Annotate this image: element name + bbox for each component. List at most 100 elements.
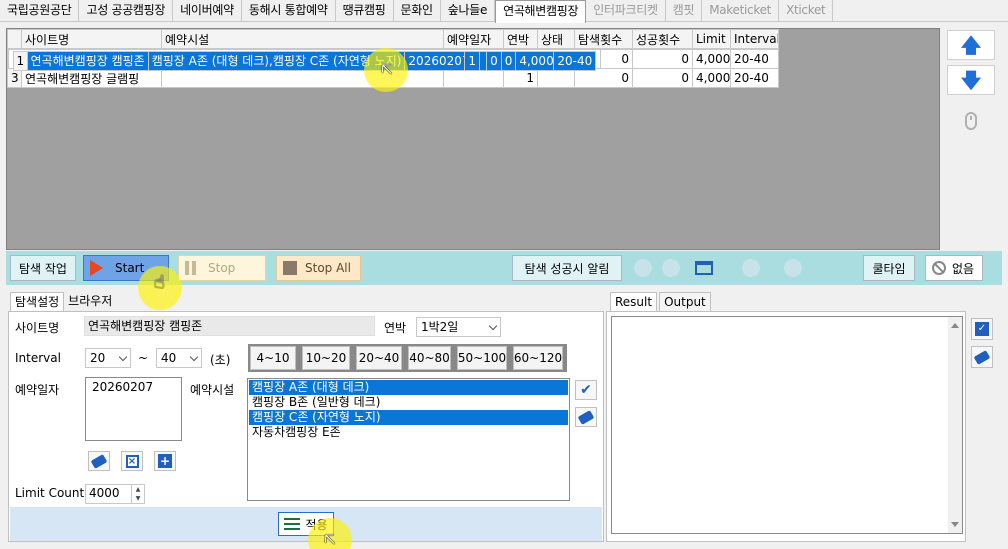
result-scrollbar[interactable] [948,317,962,533]
chevron-down-icon [488,321,498,331]
column-header[interactable]: 예약시설 [161,29,444,49]
clear-facilities-button[interactable] [575,407,597,427]
block-icon[interactable] [742,259,760,277]
add-date-button[interactable]: + [154,451,176,471]
interval-tilde: ~ [138,351,149,365]
column-header[interactable]: 상태 [537,29,575,49]
column-header[interactable] [7,29,22,49]
interval-from-select[interactable]: 20 [85,348,131,368]
hand-cursor-icon: ☝ [154,272,165,293]
move-down-button[interactable]: 🡇 [947,65,995,95]
cooltime-none-button[interactable]: 없음 [925,255,983,281]
result-tabs: Result Output [610,292,713,312]
gear-icon[interactable] [634,259,652,277]
column-header[interactable]: 성공횟수 [632,29,693,49]
eraser-icon [577,409,595,425]
nights-select[interactable]: 1박2일 [416,317,501,337]
select-all-facilities-button[interactable]: ✔ [575,380,597,400]
eraser-icon [90,453,108,469]
tab-result[interactable]: Result [610,292,658,312]
checkbox-icon: ✓ [975,322,989,336]
facility-list[interactable]: 캠핑장 A존 (대형 데크) 캠핑장 B존 (일반형 데크) 캠핑장 C존 (자연형… [247,378,570,501]
interval-preset-button[interactable]: 60~120 [513,346,563,370]
nights-value: 1박2일 [421,320,459,334]
result-panel [606,311,966,542]
result-textarea[interactable] [611,316,963,534]
tab-site-4[interactable]: 땡큐캠핑 [336,0,394,22]
interval-to-value: 40 [161,351,177,365]
stop-label: Stop [208,261,236,275]
site-name-field: 연곡해변캠핑장 캠핑존 [84,316,375,336]
tab-site-1[interactable]: 고성 공공캠핑장 [79,0,174,22]
clear-dates-button[interactable] [88,451,110,471]
tab-browser[interactable]: 브라우저 [64,292,116,312]
table-cell: 20-40 [553,51,597,71]
add-box-icon: + [158,454,172,468]
stop-button[interactable]: Stop [178,255,266,281]
scroll-up-icon[interactable] [951,323,959,328]
table-row[interactable]: 1 연곡해변캠핑장 캠핑존 캠핑장 A존 (대형 데크),캠핑장 C존 (자연형 노… [7,49,602,71]
start-label: Start [115,261,145,275]
tab-site-2[interactable]: 네이버예약 [173,0,242,22]
scroll-down-icon[interactable] [951,522,959,527]
tab-site-8[interactable]: 인터파크티켓 [586,0,666,22]
tab-site-9[interactable]: 캠핏 [666,0,703,22]
window-button[interactable] [689,255,719,281]
result-select-all-button[interactable]: ✓ [971,318,993,340]
interval-to-select[interactable]: 40 [156,348,202,368]
column-header[interactable]: Interval [730,29,779,49]
tab-site-7[interactable]: 연곡해변캠핑장 [495,0,587,23]
table-cell: 0 [632,49,693,69]
interval-unit: (초) [210,353,231,367]
table-cell [537,68,575,88]
stop-all-button[interactable]: Stop All [276,255,361,281]
column-header[interactable]: 사이트명 [21,29,162,49]
settings-tabs: 탐색설정 브라우저 [10,292,116,312]
mouse-cursor-icon: 🡤 [324,529,336,549]
tab-site-3[interactable]: 동해시 통합예약 [242,0,336,22]
checklist-icon [284,518,301,530]
site-tab-strip: 국립공원공단 고성 공공캠핑장 네이버예약 동해시 통합예약 땡큐캠핑 문화인 숲나들e 연곡… [0,0,1008,23]
tab-search-settings[interactable]: 탐색설정 [10,292,65,312]
tab-output[interactable]: Output [659,292,711,312]
table-cell: 1 [464,51,481,71]
tab-site-5[interactable]: 문화인 [394,0,441,22]
interval-preset-button[interactable]: 40~80 [408,346,451,370]
list-item[interactable]: 캠핑장 A존 (대형 데크) [249,380,568,395]
interval-label: Interval [15,351,61,365]
tab-site-0[interactable]: 국립공원공단 [0,0,80,22]
list-item[interactable]: 20260207 [89,380,178,395]
speaker-icon[interactable] [784,259,802,277]
column-header[interactable]: Limit [692,29,731,49]
interval-preset-button[interactable]: 50~100 [457,346,507,370]
list-item[interactable]: 캠핑장 B존 (일반형 데크) [249,395,568,410]
crosshair-icon[interactable] [662,259,680,277]
tab-site-6[interactable]: 숲나들e [441,0,496,22]
task-grid-area: 사이트명 예약시설 예약일자 연박 상태 탐색횟수 성공횟수 Limit Interval 1연… [6,28,940,250]
move-up-button[interactable]: 🡅 [947,30,995,60]
list-item[interactable]: 캠핑장 C존 (자연형 노지) [249,410,568,425]
tab-site-10[interactable]: Maketicket [702,0,780,22]
table-cell: 연곡해변캠핑장 글램핑 [21,68,162,88]
interval-preset-button[interactable]: 10~20 [302,346,350,370]
eraser-icon [973,349,991,365]
column-header[interactable]: 예약일자 [443,29,504,49]
notify-on-success-button[interactable]: 탐색 성공시 알림 [512,255,622,281]
table-cell: 20260207 [404,51,466,71]
delete-date-button[interactable]: × [121,451,143,471]
list-item[interactable]: 자동차캠핑장 E존 [249,425,568,440]
interval-preset-button[interactable]: 20~40 [356,346,402,370]
interval-preset-button[interactable]: 4~10 [250,346,296,370]
mouse-button[interactable] [947,106,995,136]
column-header[interactable]: 연박 [503,29,538,49]
stepper-arrows-icon[interactable]: ▲ ▼ [131,485,144,503]
none-label: 없음 [952,261,975,276]
play-icon [90,260,103,276]
tab-site-11[interactable]: Xticket [779,0,834,22]
limit-count-stepper[interactable]: 4000 ▲ ▼ [85,484,145,504]
limit-value: 4000 [89,486,120,500]
column-header[interactable]: 탐색횟수 [574,29,633,49]
result-clear-button[interactable] [971,346,993,368]
date-list[interactable]: 20260207 [85,377,182,441]
limit-label: Limit Count [15,486,85,500]
